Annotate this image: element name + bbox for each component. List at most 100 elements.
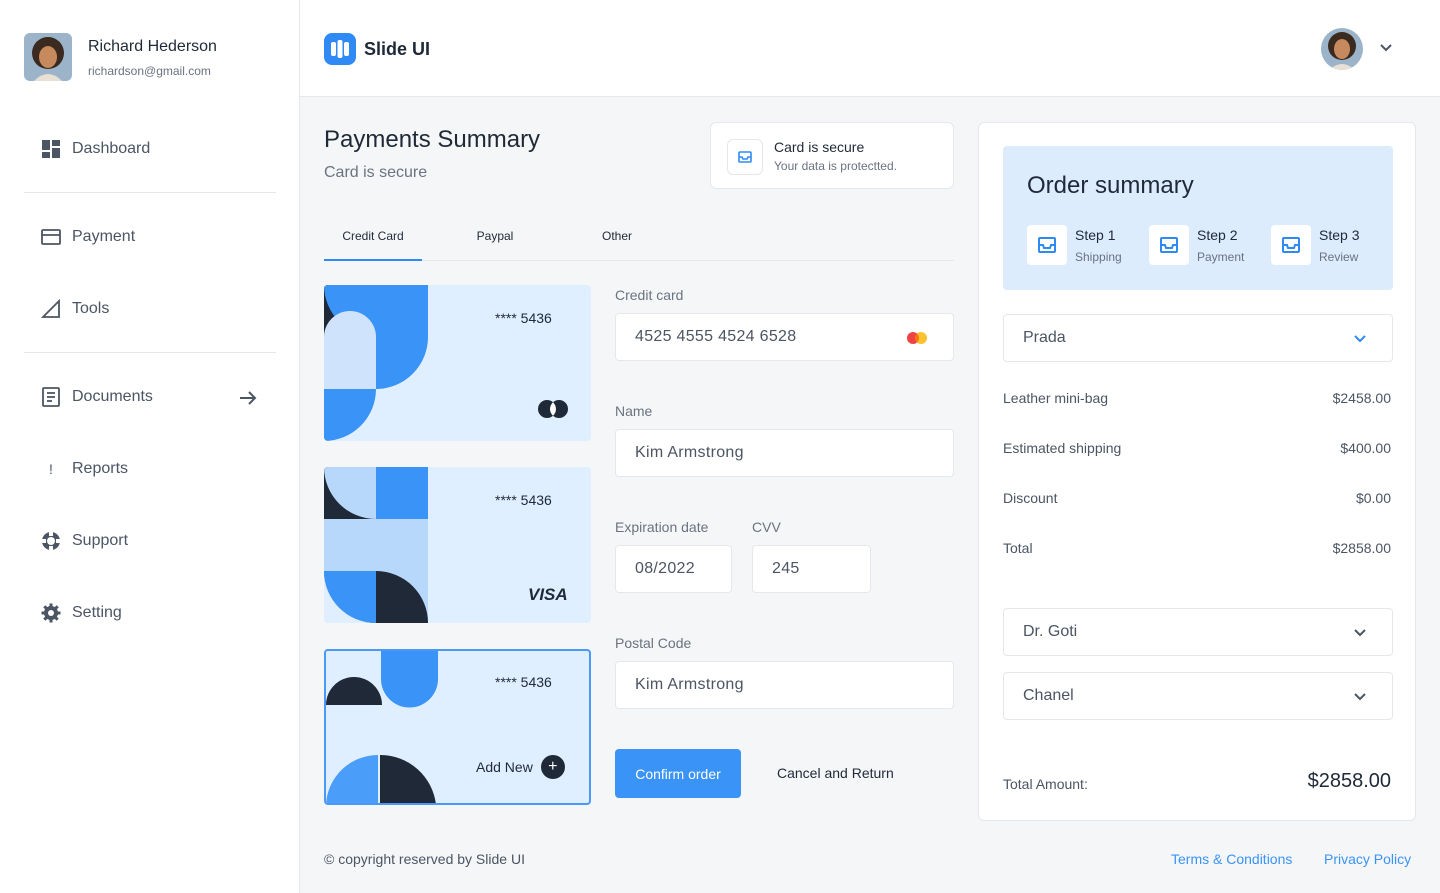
sidebar-divider [24,192,276,193]
brand-select-value: Prada [1023,329,1066,346]
expiration-label: Expiration date [615,519,709,535]
secure-title: Card is secure [774,139,865,155]
doctor-select[interactable]: Dr. Goti [1003,608,1393,656]
chevron-down-icon [1352,689,1368,705]
tab-credit-card[interactable]: Credit Card [324,229,422,261]
card-number: **** 5436 [495,674,552,690]
inbox-icon [1027,225,1067,265]
app-name: Slide UI [364,38,431,59]
cvv-value: 245 [772,560,800,577]
line-item-value: $2858.00 [1332,540,1391,556]
name-field[interactable]: Kim Armstrong [615,429,954,477]
cvv-field[interactable]: 245 [752,545,871,593]
line-item-label: Estimated shipping [1003,440,1122,456]
total-amount-label: Total Amount: [1003,776,1088,792]
step-subtitle: Review [1319,250,1359,264]
sidebar: Richard Hederson richardson@gmail.com Da… [0,0,300,893]
inbox-icon [1271,225,1311,265]
user-profile[interactable]: Richard Hederson richardson@gmail.com [24,33,217,81]
line-item-label: Discount [1003,490,1058,506]
exclamation-icon: ! [49,461,53,477]
card-pattern [326,651,446,803]
credit-card-number-value: 4525 4555 4524 6528 [635,328,797,345]
card-number: **** 5436 [495,492,552,508]
secure-subtitle: Your data is protectted. [774,159,897,173]
page-subtitle: Card is secure [324,164,428,181]
privacy-link[interactable]: Privacy Policy [1324,851,1411,867]
step-title: Step 2 [1197,227,1238,243]
sidebar-item-reports[interactable]: ! Reports [40,457,128,481]
postal-code-field[interactable]: Kim Armstrong [615,661,954,709]
card-pattern [324,467,428,623]
sidebar-item-support[interactable]: Support [40,529,128,553]
tab-other[interactable]: Other [568,229,666,261]
inbox-icon [727,139,763,175]
credit-card-number-field[interactable]: 4525 4555 4524 6528 [615,313,954,361]
postal-code-value: Kim Armstrong [635,676,744,693]
plus-icon: + [540,755,565,779]
designer-select[interactable]: Chanel [1003,672,1393,720]
saved-card-mastercard[interactable]: **** 5436 [324,285,591,441]
name-label: Name [615,403,653,419]
add-new-button[interactable]: Add New + [476,755,565,779]
document-icon [40,386,62,408]
name-value: Kim Armstrong [635,444,744,461]
sidebar-item-label: Setting [72,604,122,621]
chevron-down-icon [1352,625,1368,641]
gear-icon [40,602,62,624]
dashboard-icon [40,138,62,160]
credit-card-icon [40,226,62,248]
sidebar-item-label: Documents [72,388,153,405]
sidebar-item-setting[interactable]: Setting [40,601,122,625]
line-item-value: $2458.00 [1332,390,1391,406]
sidebar-item-label: Payment [72,228,136,245]
user-avatar [24,33,72,81]
top-header: Slide UI [300,0,1440,97]
chevron-down-icon[interactable] [1378,40,1394,56]
step-subtitle: Payment [1197,250,1245,264]
tab-paypal[interactable]: Paypal [446,229,544,261]
expiration-value: 08/2022 [635,560,695,577]
sidebar-divider [24,352,276,353]
step-title: Step 1 [1075,227,1116,243]
order-summary-title: Order summary [1027,172,1194,199]
sidebar-item-payment[interactable]: Payment [40,225,135,249]
sidebar-item-dashboard[interactable]: Dashboard [40,137,150,161]
header-avatar[interactable] [1321,28,1363,70]
mastercard-logo-icon [538,400,568,423]
order-summary-panel: Order summary Step 1 Shipping Step 2 Pay… [978,122,1416,821]
app-logo[interactable]: Slide UI [324,33,430,65]
postal-code-label: Postal Code [615,635,692,651]
line-item-label: Leather mini-bag [1003,390,1109,406]
inbox-icon [1149,225,1189,265]
order-summary-header: Order summary Step 1 Shipping Step 2 Pay… [1003,146,1393,290]
copyright-text: © copyright reserved by Slide UI [324,851,525,867]
step-title: Step 3 [1319,227,1360,243]
designer-select-value: Chanel [1023,687,1074,704]
page-title: Payments Summary [324,126,541,153]
doctor-select-value: Dr. Goti [1023,623,1078,640]
terms-link[interactable]: Terms & Conditions [1171,851,1292,867]
line-item-value: $0.00 [1355,490,1391,506]
user-name: Richard Hederson [88,38,217,55]
line-item-value: $400.00 [1340,440,1391,456]
credit-card-label: Credit card [615,287,684,303]
sidebar-item-label: Support [72,532,129,549]
add-new-card[interactable]: **** 5436 Add New + [324,649,591,805]
cancel-return-button[interactable]: Cancel and Return [777,765,894,781]
total-amount-value: $2858.00 [1307,770,1391,792]
ruler-triangle-icon [40,298,62,320]
saved-card-visa[interactable]: **** 5436 VISA [324,467,591,623]
sidebar-item-tools[interactable]: Tools [40,297,109,321]
sidebar-item-label: Reports [72,460,129,477]
slide-ui-logo-icon [324,33,356,65]
confirm-order-button[interactable]: Confirm order [615,749,741,798]
expiration-date-field[interactable]: 08/2022 [615,545,732,593]
sidebar-item-label: Tools [72,300,110,317]
arrow-right-icon[interactable] [238,388,258,408]
brand-select[interactable]: Prada [1003,314,1393,362]
sidebar-item-label: Dashboard [72,140,151,157]
visa-logo: VISA [528,585,568,604]
sidebar-item-documents[interactable]: Documents [40,385,153,409]
add-new-label: Add New [476,759,533,775]
